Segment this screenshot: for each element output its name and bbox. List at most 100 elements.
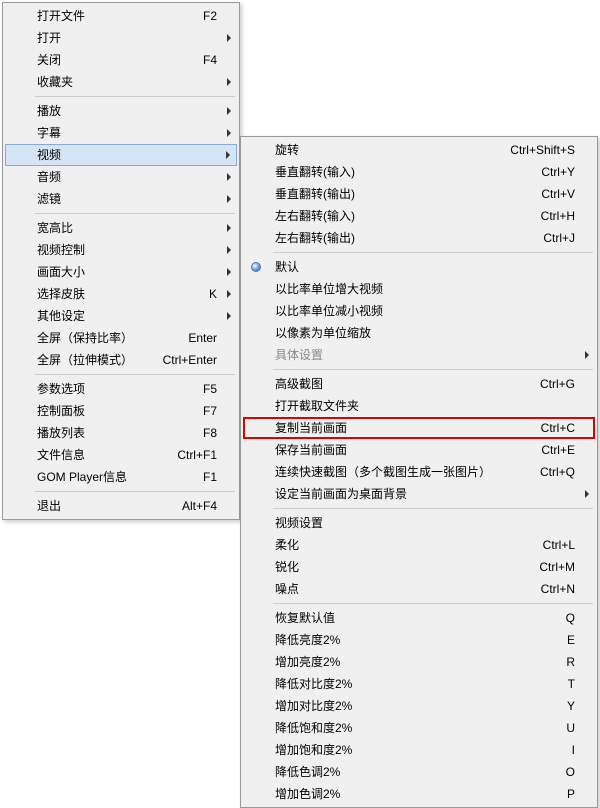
separator <box>273 369 593 370</box>
menu-item-shortcut: Ctrl+E <box>541 439 575 461</box>
menu-item-label: 视频设置 <box>275 516 323 530</box>
menu-item-label: 收藏夹 <box>37 75 73 89</box>
menu-item-label: 播放 <box>37 104 61 118</box>
menu-item-label: 复制当前画面 <box>275 421 347 435</box>
menu-item-shortcut: Ctrl+V <box>541 183 575 205</box>
menu-item-label: 降低色调2% <box>275 765 340 779</box>
menu-item-shortcut: K <box>209 283 217 305</box>
menu-item[interactable]: 打开文件F2 <box>5 5 237 27</box>
menu-item[interactable]: 高级截图Ctrl+G <box>243 373 595 395</box>
menu-item[interactable]: 视频 <box>5 144 237 166</box>
menu-item-label: 左右翻转(输出) <box>275 231 355 245</box>
menu-item-label: 降低饱和度2% <box>275 721 352 735</box>
menu-item-label: 降低对比度2% <box>275 677 352 691</box>
menu-item[interactable]: 视频控制 <box>5 239 237 261</box>
menu-item[interactable]: 增加亮度2%R <box>243 651 595 673</box>
menu-item[interactable]: 退出Alt+F4 <box>5 495 237 517</box>
menu-item-label: 垂直翻转(输出) <box>275 187 355 201</box>
menu-item-label: 播放列表 <box>37 426 85 440</box>
menu-item-shortcut: Y <box>567 695 575 717</box>
menu-item-label: 视频 <box>37 148 61 162</box>
menu-item: 具体设置 <box>243 344 595 366</box>
submenu-arrow-icon <box>227 290 231 298</box>
submenu-arrow-icon <box>227 195 231 203</box>
menu-item[interactable]: 左右翻转(输出) Ctrl+J <box>243 227 595 249</box>
menu-item[interactable]: 视频设置 <box>243 512 595 534</box>
menu-item[interactable]: 锐化Ctrl+M <box>243 556 595 578</box>
menu-item[interactable]: 全屏（拉伸模式）Ctrl+Enter <box>5 349 237 371</box>
menu-item-shortcut: Ctrl+L <box>543 534 575 556</box>
menu-item-label: 左右翻转(输入) <box>275 209 355 223</box>
menu-item-label: 降低亮度2% <box>275 633 340 647</box>
menu-item[interactable]: 复制当前画面 Ctrl+C <box>243 417 595 439</box>
menu-item[interactable]: 默认 <box>243 256 595 278</box>
menu-item[interactable]: 画面大小 <box>5 261 237 283</box>
menu-item[interactable]: 文件信息Ctrl+F1 <box>5 444 237 466</box>
menu-item-label: 默认 <box>275 260 299 274</box>
menu-item-shortcut: Q <box>566 607 575 629</box>
menu-item[interactable]: 参数选项F5 <box>5 378 237 400</box>
menu-item[interactable]: 其他设定 <box>5 305 237 327</box>
menu-item-shortcut: Ctrl+H <box>541 205 575 227</box>
menu-item[interactable]: 控制面板F7 <box>5 400 237 422</box>
menu-item[interactable]: 垂直翻转(输入)Ctrl+Y <box>243 161 595 183</box>
submenu-arrow-icon <box>227 78 231 86</box>
menu-item[interactable]: 保存当前画面Ctrl+E <box>243 439 595 461</box>
menu-item[interactable]: 增加色调2%P <box>243 783 595 805</box>
menu-item[interactable]: 收藏夹 <box>5 71 237 93</box>
menu-item[interactable]: 左右翻转(输入) Ctrl+H <box>243 205 595 227</box>
menu-item[interactable]: 旋转Ctrl+Shift+S <box>243 139 595 161</box>
menu-item-shortcut: Ctrl+Q <box>540 461 575 483</box>
menu-item[interactable]: 降低对比度2%T <box>243 673 595 695</box>
menu-item[interactable]: 增加对比度2%Y <box>243 695 595 717</box>
menu-item[interactable]: 打开截取文件夹 <box>243 395 595 417</box>
menu-item-shortcut: E <box>567 629 575 651</box>
main-context-menu: 打开文件F2打开关闭F4 收藏夹播放字幕视频音频滤镜宽高比视频控制画面大小选择皮肤… <box>2 2 240 520</box>
menu-item-label: 字幕 <box>37 126 61 140</box>
menu-item[interactable]: 降低亮度2% E <box>243 629 595 651</box>
menu-item[interactable]: 以像素为单位缩放 <box>243 322 595 344</box>
menu-item[interactable]: 垂直翻转(输出) Ctrl+V <box>243 183 595 205</box>
menu-item[interactable]: 宽高比 <box>5 217 237 239</box>
menu-item[interactable]: 播放 <box>5 100 237 122</box>
menu-item-shortcut: Enter <box>188 327 217 349</box>
menu-item[interactable]: 噪点Ctrl+N <box>243 578 595 600</box>
separator <box>273 603 593 604</box>
menu-item-label: 柔化 <box>275 538 299 552</box>
separator <box>35 491 235 492</box>
menu-item[interactable]: 柔化 Ctrl+L <box>243 534 595 556</box>
menu-item[interactable]: 关闭F4 <box>5 49 237 71</box>
submenu-arrow-icon <box>227 129 231 137</box>
menu-item[interactable]: GOM Player信息F1 <box>5 466 237 488</box>
menu-item[interactable]: 滤镜 <box>5 188 237 210</box>
menu-item[interactable]: 选择皮肤K <box>5 283 237 305</box>
menu-item[interactable]: 以比率单位减小视频 <box>243 300 595 322</box>
menu-item-shortcut: Ctrl+J <box>543 227 575 249</box>
menu-item-label: 文件信息 <box>37 448 85 462</box>
menu-item-shortcut: Ctrl+C <box>541 419 575 437</box>
submenu-arrow-icon <box>226 151 230 159</box>
menu-item-label: GOM Player信息 <box>37 470 127 484</box>
menu-item[interactable]: 恢复默认值Q <box>243 607 595 629</box>
menu-item-label: 音频 <box>37 170 61 184</box>
menu-item[interactable]: 连续快速截图（多个截图生成一张图片）Ctrl+Q <box>243 461 595 483</box>
menu-item[interactable]: 增加饱和度2%I <box>243 739 595 761</box>
submenu-arrow-icon <box>227 224 231 232</box>
menu-item[interactable]: 降低饱和度2%U <box>243 717 595 739</box>
menu-item[interactable]: 降低色调2%O <box>243 761 595 783</box>
menu-item[interactable]: 以比率单位增大视频 <box>243 278 595 300</box>
menu-item[interactable]: 播放列表 F8 <box>5 422 237 444</box>
menu-item-label: 全屏（拉伸模式） <box>37 353 133 367</box>
menu-item-shortcut: F5 <box>203 378 217 400</box>
menu-item[interactable]: 字幕 <box>5 122 237 144</box>
menu-item-label: 噪点 <box>275 582 299 596</box>
submenu-arrow-icon <box>227 34 231 42</box>
menu-item[interactable]: 设定当前画面为桌面背景 <box>243 483 595 505</box>
menu-item[interactable]: 打开 <box>5 27 237 49</box>
submenu-arrow-icon <box>227 107 231 115</box>
menu-item-label: 具体设置 <box>275 348 323 362</box>
menu-item[interactable]: 音频 <box>5 166 237 188</box>
menu-item-label: 旋转 <box>275 143 299 157</box>
menu-item-shortcut: F8 <box>203 422 217 444</box>
menu-item[interactable]: 全屏（保持比率）Enter <box>5 327 237 349</box>
